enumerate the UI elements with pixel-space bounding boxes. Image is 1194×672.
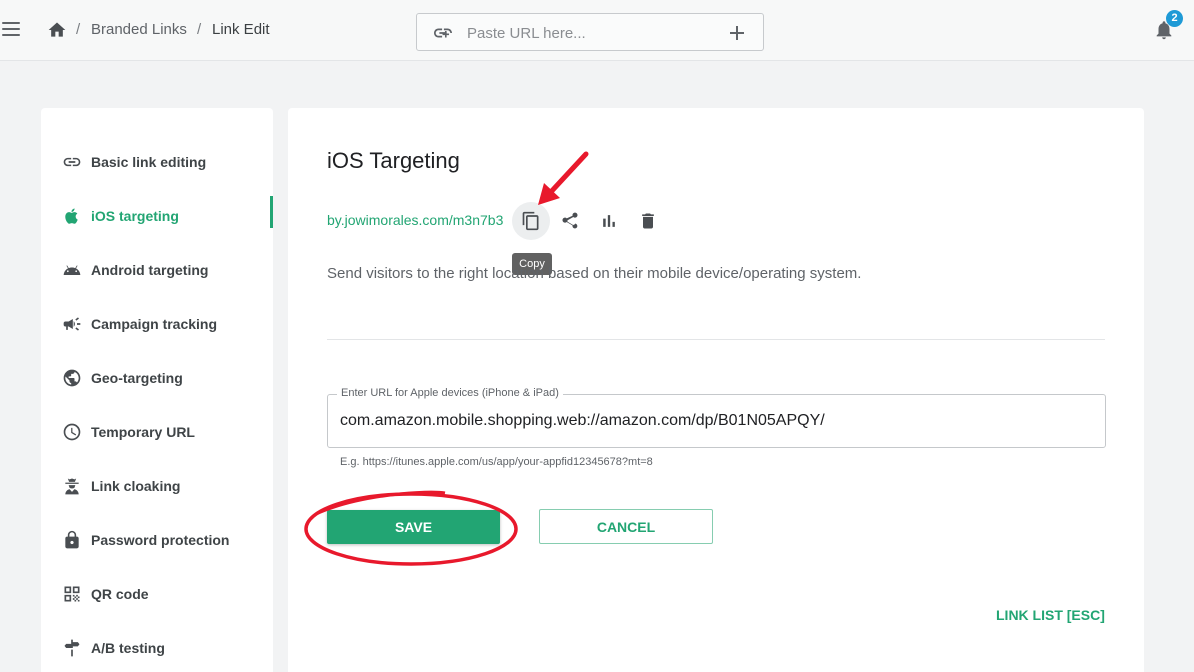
bar-chart-icon — [603, 215, 615, 227]
qr-code-icon — [64, 586, 80, 602]
apple-url-hint: E.g. https://itunes.apple.com/us/app/you… — [340, 456, 653, 468]
sidebar-item-label: A/B testing — [91, 640, 165, 656]
paste-url-input[interactable] — [467, 22, 707, 44]
sidebar-item-password-protection[interactable]: Password protection — [41, 520, 273, 560]
sidebar-item-basic-link-editing[interactable]: Basic link editing — [41, 142, 273, 182]
signpost-icon — [64, 639, 80, 657]
breadcrumb-separator: / — [197, 21, 202, 38]
copy-icon — [522, 211, 539, 231]
sidebar-item-temporary-url[interactable]: Temporary URL — [41, 412, 273, 452]
breadcrumb-branded-links[interactable]: Branded Links — [91, 21, 187, 39]
apple-url-input[interactable] — [340, 410, 1090, 432]
statistics-button[interactable] — [590, 202, 628, 240]
cancel-button[interactable]: CANCEL — [539, 509, 713, 544]
sidebar: Basic link editing iOS targeting Android… — [41, 108, 273, 672]
sidebar-item-label: Password protection — [91, 532, 230, 548]
active-indicator — [270, 196, 273, 228]
breadcrumb-link-edit: Link Edit — [212, 21, 270, 38]
apple-url-field: Enter URL for Apple devices (iPhone & iP… — [327, 386, 1106, 448]
globe-icon — [63, 369, 81, 387]
lock-icon — [65, 530, 79, 549]
notification-badge: 2 — [1166, 10, 1183, 27]
sidebar-item-label: Geo-targeting — [91, 370, 183, 386]
menu-icon[interactable] — [2, 22, 20, 36]
sidebar-item-geo-targeting[interactable]: Geo-targeting — [41, 358, 273, 398]
spy-icon — [65, 478, 79, 495]
link-list-button[interactable]: LINK LIST [ESC] — [996, 607, 1105, 623]
add-link-icon — [434, 28, 452, 38]
divider — [327, 339, 1105, 340]
sidebar-item-label: Link cloaking — [91, 478, 181, 494]
sidebar-item-label: Campaign tracking — [91, 316, 218, 332]
link-icon — [63, 157, 81, 167]
clock-icon — [63, 423, 81, 441]
top-bar: / Branded Links / Link Edit 2 — [0, 0, 1194, 61]
breadcrumb-separator: / — [76, 21, 81, 38]
home-icon[interactable] — [47, 20, 67, 40]
sidebar-item-label: Temporary URL — [91, 424, 195, 440]
save-button[interactable]: SAVE — [327, 510, 500, 544]
plus-icon[interactable] — [729, 25, 745, 41]
apple-icon — [65, 208, 78, 224]
sidebar-item-campaign-tracking[interactable]: Campaign tracking — [41, 304, 273, 344]
page-title: iOS Targeting — [327, 148, 460, 173]
sidebar-item-label: iOS targeting — [91, 208, 179, 224]
sidebar-item-ab-testing[interactable]: A/B testing — [41, 628, 273, 668]
sidebar-item-qr-code[interactable]: QR code — [41, 574, 273, 614]
android-icon — [63, 265, 81, 275]
megaphone-icon — [63, 317, 81, 331]
sidebar-item-ios-targeting[interactable]: iOS targeting — [41, 196, 273, 236]
apple-url-label: Enter URL for Apple devices (iPhone & iP… — [337, 386, 563, 400]
description: Send visitors to the right location base… — [327, 265, 862, 282]
copy-button[interactable] — [512, 202, 550, 240]
sidebar-item-label: QR code — [91, 586, 149, 602]
share-button[interactable] — [551, 202, 589, 240]
delete-button[interactable] — [629, 202, 667, 240]
sidebar-item-link-cloaking[interactable]: Link cloaking — [41, 466, 273, 506]
trash-icon — [642, 213, 654, 229]
share-icon — [562, 212, 578, 229]
sidebar-item-label: Basic link editing — [91, 154, 207, 170]
sidebar-item-label: Android targeting — [91, 262, 209, 278]
paste-url-box — [416, 13, 764, 51]
ios-targeting-card: iOS Targeting by.jowimorales.com/m3n7b3 … — [288, 108, 1144, 672]
sidebar-item-android-targeting[interactable]: Android targeting — [41, 250, 273, 290]
short-link[interactable]: by.jowimorales.com/m3n7b3 — [327, 212, 503, 228]
